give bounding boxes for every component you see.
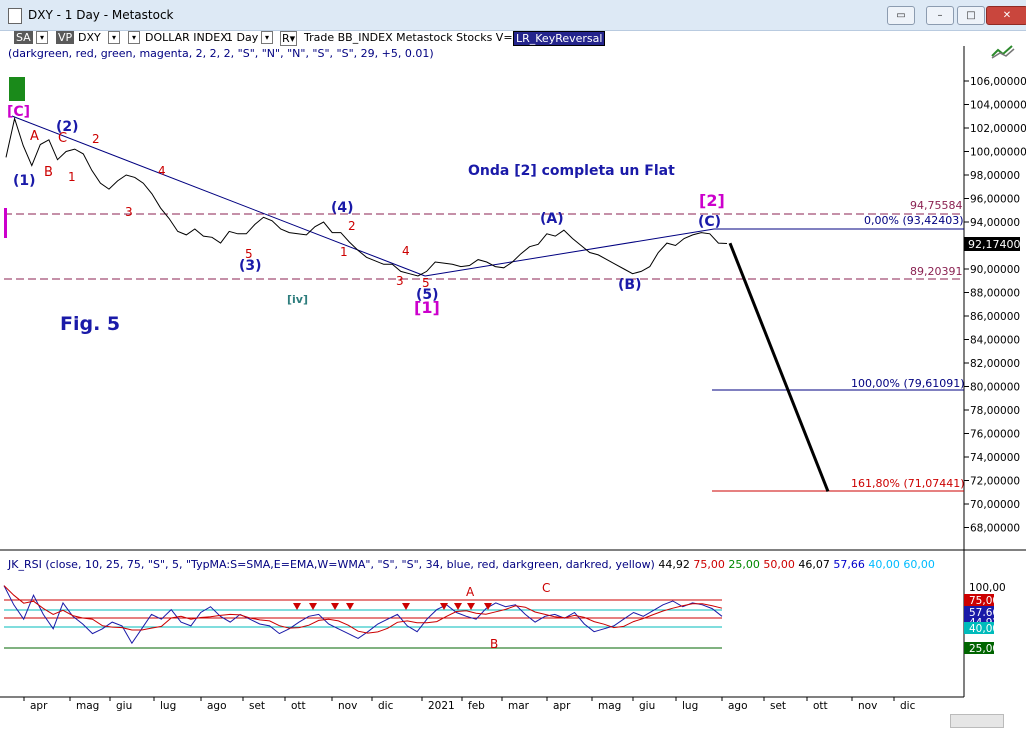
sell-arrow-icon <box>402 603 410 610</box>
x-tick-label: lug <box>682 700 698 712</box>
rsi-tick-label: 40,00 <box>969 623 999 635</box>
wave-sub-1b: 1 <box>340 245 348 259</box>
sell-arrow-icon <box>309 603 317 610</box>
x-tick-label: giu <box>639 700 655 712</box>
fib-label-94: 94,75584 <box>910 199 963 212</box>
wave-sub-c: C <box>58 131 67 146</box>
x-tick-label: giu <box>116 700 132 712</box>
wave-c: (C) <box>698 214 721 230</box>
fib-label-89: 89,20391 <box>910 265 963 278</box>
wave-sub-5b: 5 <box>422 276 430 290</box>
fib-label-0: 0,00% (93,42403) <box>864 214 964 227</box>
sell-arrow-icon <box>331 603 339 610</box>
y-tick-label: 100,00000 <box>970 147 1026 159</box>
rsi-b: B <box>490 637 498 651</box>
wave-sub-2b: 2 <box>348 219 356 233</box>
x-tick-label: ott <box>813 700 828 712</box>
wave-sub-3b: 3 <box>396 274 404 288</box>
sell-arrow-icon <box>440 603 448 610</box>
x-tick-label: mag <box>598 700 621 712</box>
y-tick-label: 98,00000 <box>970 170 1020 182</box>
trendline-down <box>11 115 426 277</box>
sell-arrow-icon <box>454 603 462 610</box>
wave-sub-4b: 4 <box>402 244 410 258</box>
wave-bracket-2: [2] <box>699 191 725 210</box>
fib-label-161: 161,80% (71,07441) <box>851 477 965 490</box>
rsi-tick-label: 100,00 <box>969 582 1006 594</box>
x-tick-label: apr <box>553 700 571 712</box>
y-tick-label: 72,00000 <box>970 476 1020 488</box>
rsi-c: C <box>542 581 550 595</box>
rsi-tick-label: 75,00 <box>969 595 999 607</box>
wave-iv: [iv] <box>287 293 308 306</box>
wave-a: (A) <box>540 211 564 227</box>
y-tick-label: 76,00000 <box>970 429 1020 441</box>
wave-sub-4a: 4 <box>158 164 166 178</box>
x-tick-label: ago <box>207 700 227 712</box>
fib-label-100: 100,00% (79,61091) <box>851 377 965 390</box>
x-tick-label: apr <box>30 700 48 712</box>
price-chart: 106,00000 104,00000 102,00000 100,00000 98,0… <box>0 46 1026 712</box>
y-tick-label: 74,00000 <box>970 452 1020 464</box>
x-tick-label: nov <box>338 700 357 712</box>
x-tick-label: ago <box>728 700 748 712</box>
y-tick-label: 68,00000 <box>970 523 1020 535</box>
y-tick-label: 84,00000 <box>970 335 1020 347</box>
x-tick-label: set <box>770 700 786 712</box>
x-tick-label: lug <box>160 700 176 712</box>
y-tick-label: 90,00000 <box>970 264 1020 276</box>
wave-sub-2a: 2 <box>92 132 100 146</box>
y-tick-label: 104,00000 <box>970 100 1026 112</box>
wave-sub-a: A <box>30 129 39 144</box>
y-tick-label: 102,00000 <box>970 123 1026 135</box>
wave-ii-badge <box>9 77 25 101</box>
y-tick-label: 88,00000 <box>970 288 1020 300</box>
y-tick-label: 106,00000 <box>970 76 1026 88</box>
rsi-a: A <box>466 585 475 599</box>
y-tick-label: 96,00000 <box>970 194 1020 206</box>
wave-sub-b: B <box>44 165 53 180</box>
x-tick-label: feb <box>468 700 485 712</box>
horizontal-scrollbar[interactable] <box>950 714 1004 728</box>
x-tick-label: ott <box>291 700 306 712</box>
wave-1: (1) <box>13 173 36 189</box>
price-series <box>5 116 728 277</box>
wave-4: (4) <box>331 200 354 216</box>
y-tick-label: 82,00000 <box>970 358 1020 370</box>
left-marker <box>4 208 7 238</box>
headline: Onda [2] completa un Flat <box>468 163 675 179</box>
x-tick-label: dic <box>378 700 394 712</box>
sell-arrow-icon <box>293 603 301 610</box>
y-tick-label: 80,00000 <box>970 382 1020 394</box>
figure-label: Fig. 5 <box>60 313 120 335</box>
rsi-series <box>3 585 723 645</box>
wave-sub-1a: 1 <box>68 170 76 184</box>
y-tick-label: 78,00000 <box>970 405 1020 417</box>
x-tick-label: mag <box>76 700 99 712</box>
x-tick-label: set <box>249 700 265 712</box>
y-tick-label: 86,00000 <box>970 311 1020 323</box>
wave-sub-5a: 5 <box>245 247 253 261</box>
projection-line <box>728 242 830 492</box>
wave-sub-3a: 3 <box>125 205 133 219</box>
x-tick-label: mar <box>508 700 530 712</box>
sell-arrow-icon <box>346 603 354 610</box>
wave-bracket-1: [1] <box>414 298 440 317</box>
y-tick-label: 70,00000 <box>970 499 1020 511</box>
wave-b: (B) <box>618 277 641 293</box>
last-price: 92,17400 <box>968 238 1021 251</box>
rsi-tick-label: 25,00 <box>969 643 999 655</box>
x-tick-label: nov <box>858 700 877 712</box>
x-tick-label: 2021 <box>428 700 455 712</box>
sell-arrow-icon <box>467 603 475 610</box>
x-tick-label: dic <box>900 700 916 712</box>
wave-c-top: [C] <box>7 104 30 120</box>
y-tick-label: 94,00000 <box>970 217 1020 229</box>
